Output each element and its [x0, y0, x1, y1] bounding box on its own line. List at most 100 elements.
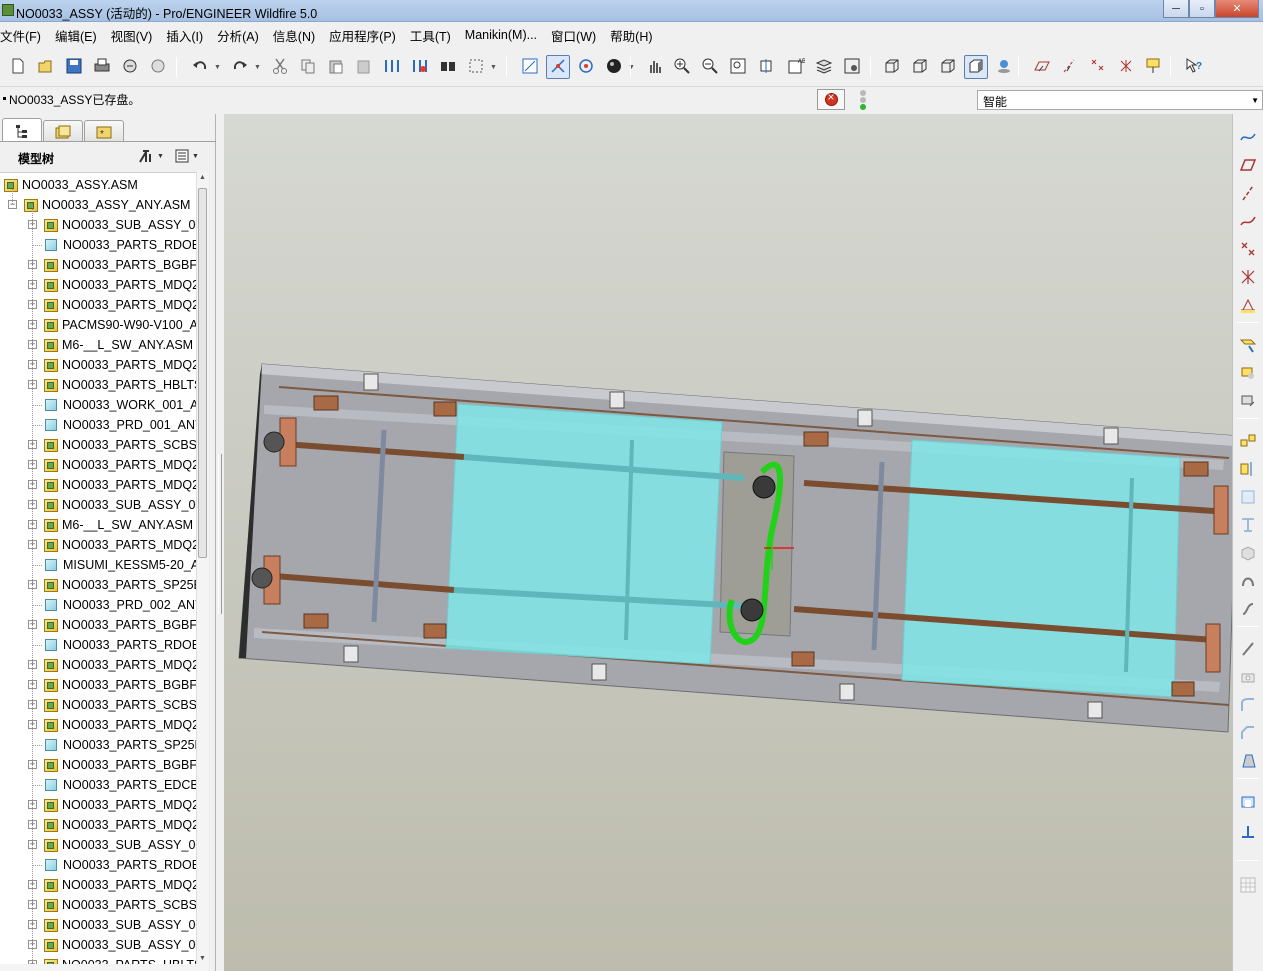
tree-item[interactable]: PACMS90-W90-V100_A [44, 315, 196, 335]
menu-edit[interactable]: 编辑(E) [55, 26, 104, 45]
coordinate-system-button[interactable] [1236, 266, 1260, 290]
tree-item[interactable]: M6-__L_SW_ANY.ASM [44, 335, 193, 355]
menu-applications[interactable]: 应用程序(P) [329, 26, 403, 45]
tree-item[interactable]: NO0033_PARTS_MDQ2 [44, 535, 196, 555]
tree-item[interactable]: NO0033_PARTS_MDQ2 [44, 475, 196, 495]
menu-manikin[interactable]: Manikin(M)... [465, 28, 544, 42]
menu-file[interactable]: 文件(F) [0, 26, 48, 45]
cut-out-button[interactable] [1236, 514, 1260, 538]
layers-button[interactable] [812, 55, 836, 79]
tree-item[interactable]: NO0033_WORK_001_A [44, 395, 196, 415]
tree-item[interactable]: NO0033_ASSY.ASM [4, 175, 138, 195]
chevron-down-icon[interactable]: ▼ [490, 64, 497, 71]
cut-button[interactable] [268, 55, 292, 79]
analysis-feature-button[interactable] [1236, 294, 1260, 318]
assembly-model[interactable] [224, 114, 1232, 971]
tree-item[interactable]: NO0033_SUB_ASSY_00 [44, 935, 196, 955]
tree-item[interactable]: NO0033_PRD_001_ANY [44, 415, 196, 435]
datum-point-button[interactable] [1236, 238, 1260, 262]
menu-view[interactable]: 视图(V) [111, 26, 160, 45]
menu-window[interactable]: 窗口(W) [551, 26, 603, 45]
enhanced-realism-button[interactable] [992, 55, 1016, 79]
pan-button[interactable] [642, 55, 666, 79]
tree-item[interactable]: NO0033_PARTS_MDQ2 [44, 455, 196, 475]
menu-insert[interactable]: 插入(I) [166, 26, 210, 45]
reorient-button[interactable] [754, 55, 778, 79]
package-button[interactable] [1236, 390, 1260, 414]
tree-item[interactable]: NO0033_PARTS_MDQ2 [44, 655, 196, 675]
regen-status-icon[interactable] [857, 90, 869, 110]
tree-show-button[interactable]: ▼ [174, 148, 199, 164]
menu-info[interactable]: 信息(N) [273, 26, 322, 45]
tree-hscrollbar[interactable] [0, 964, 208, 971]
panel-splitter[interactable] [216, 114, 224, 971]
regen-manager-button[interactable] [408, 55, 432, 79]
tree-item[interactable]: NO0033_PARTS_SP25B [44, 735, 196, 755]
component-place-button[interactable] [1236, 334, 1260, 358]
merge-button[interactable] [1236, 486, 1260, 510]
tree-item[interactable]: NO0033_ASSY_ANY.ASM [24, 195, 190, 215]
select-box-button[interactable] [464, 55, 488, 79]
pattern-button[interactable] [1236, 430, 1260, 454]
grid-button[interactable] [1236, 874, 1260, 898]
tab-model-tree[interactable] [2, 118, 42, 142]
tree-item[interactable]: NO0033_PARTS_BGBFE [44, 615, 196, 635]
rib-button[interactable] [1236, 820, 1260, 844]
chevron-down-icon[interactable]: ▼ [214, 64, 221, 71]
tree-item[interactable]: NO0033_PARTS_SP25B [44, 575, 196, 595]
tree-item[interactable]: NO0033_PARTS_EDCB1 [44, 775, 196, 795]
tree-item[interactable]: NO0033_PARTS_MDQ2 [44, 275, 196, 295]
tree-item[interactable]: NO0033_PARTS_RDOB [44, 855, 196, 875]
tree-item[interactable]: NO0033_PARTS_SCBSJ [44, 695, 196, 715]
tree-item[interactable]: NO0033_PRD_002_ANY [44, 595, 196, 615]
coordinate-systems-button[interactable] [1114, 55, 1138, 79]
new-button[interactable] [6, 55, 30, 79]
stop-button[interactable] [817, 89, 845, 110]
regenerate-button[interactable] [380, 55, 404, 79]
minimize-button[interactable]: ─ [1163, 0, 1189, 18]
datum-planes-button[interactable] [1030, 55, 1054, 79]
view-manager-button[interactable] [840, 55, 864, 79]
tree-item[interactable]: NO0033_SUB_ASSY_00 [44, 915, 196, 935]
datum-display-button[interactable] [518, 55, 542, 79]
datum-points-button[interactable] [1086, 55, 1110, 79]
scroll-thumb[interactable] [198, 188, 207, 558]
tree-item[interactable]: NO0033_PARTS_MDQ2 [44, 355, 196, 375]
undo-button[interactable] [188, 55, 212, 79]
shell-button[interactable] [1236, 790, 1260, 814]
zoom-in-button[interactable] [670, 55, 694, 79]
datum-plane-button[interactable] [1236, 154, 1260, 178]
email-button[interactable] [118, 55, 142, 79]
tree-item[interactable]: NO0033_PARTS_SCBSJ [44, 435, 196, 455]
hole-button[interactable] [1236, 666, 1260, 690]
appearance-button[interactable] [602, 55, 626, 79]
refit-button[interactable] [726, 55, 750, 79]
mirror-button[interactable] [1236, 458, 1260, 482]
orient-button[interactable] [574, 55, 598, 79]
datum-axis-button[interactable] [1236, 182, 1260, 206]
zoom-out-button[interactable] [698, 55, 722, 79]
revolve-button[interactable] [1236, 570, 1260, 594]
tab-folder-browser[interactable] [43, 120, 83, 142]
tree-item[interactable]: NO0033_SUB_ASSY_00 [44, 495, 196, 515]
component-create-button[interactable] [1236, 362, 1260, 386]
tree-item[interactable]: NO0033_PARTS_MDQ2 [44, 815, 196, 835]
hidden-line-button[interactable] [908, 55, 932, 79]
tree-item[interactable]: NO0033_PARTS_HBLTS [44, 955, 196, 964]
shading-button[interactable] [964, 55, 988, 79]
tree-item[interactable]: NO0033_PARTS_MDQ2 [44, 875, 196, 895]
close-button[interactable]: ✕ [1215, 0, 1259, 18]
tree-item[interactable]: NO0033_SUB_ASSY_00 [44, 835, 196, 855]
tree-item[interactable]: NO0033_PARTS_MDQ2 [44, 795, 196, 815]
maximize-button[interactable]: ▫ [1189, 0, 1215, 18]
print-button[interactable] [90, 55, 114, 79]
tree-settings-button[interactable]: ▼ [137, 148, 164, 164]
tree-item[interactable]: NO0033_PARTS_HBLTS [44, 375, 196, 395]
splitter-grip[interactable] [218, 454, 222, 614]
whats-this-button[interactable]: ? [1182, 55, 1206, 79]
tree-scrollbar[interactable]: ▲ ▼ [196, 172, 208, 964]
scroll-down-icon[interactable]: ▼ [199, 955, 206, 962]
save-button[interactable] [62, 55, 86, 79]
saved-views-button[interactable]: AB [784, 55, 808, 79]
email-link-button[interactable] [146, 55, 170, 79]
